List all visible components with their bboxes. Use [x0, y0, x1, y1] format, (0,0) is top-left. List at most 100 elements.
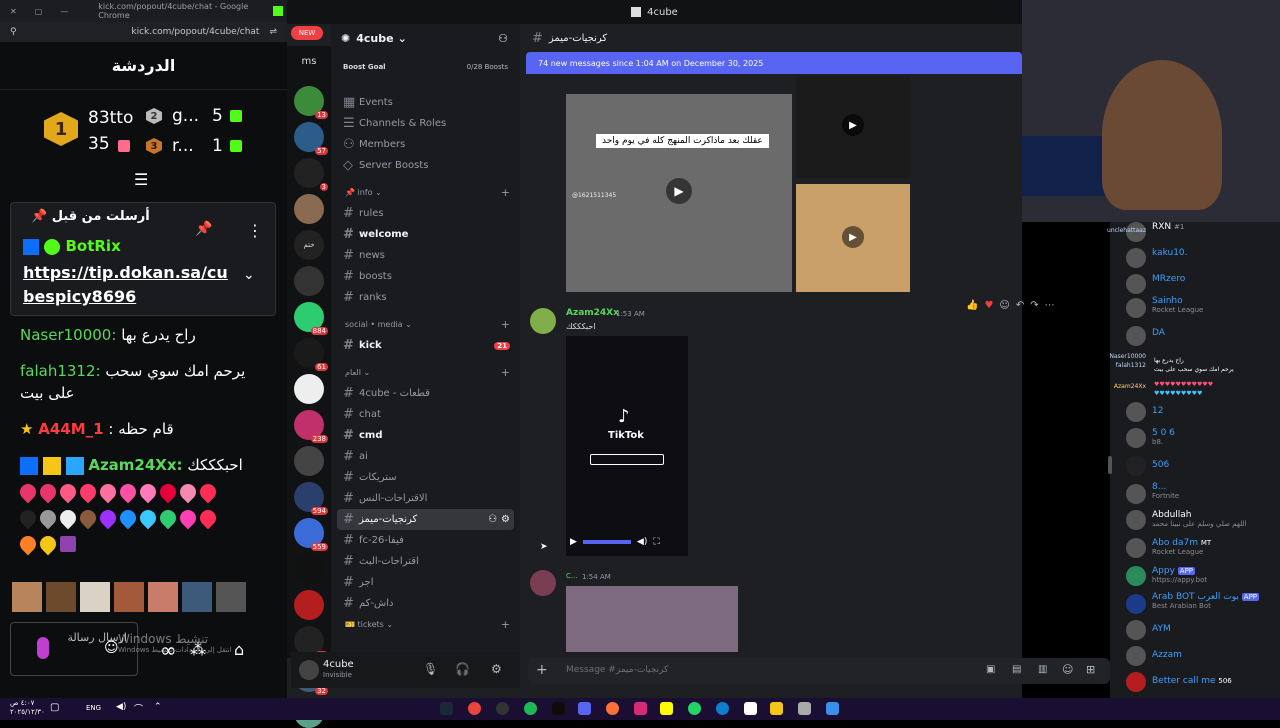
app-icon[interactable]: [798, 702, 811, 715]
menu-server-boosts[interactable]: ◇ Server Boosts: [331, 155, 520, 176]
apps-icon[interactable]: ⊞: [1086, 663, 1095, 676]
emote-strip[interactable]: [12, 582, 274, 612]
category-social[interactable]: social • media ⌄ +: [331, 314, 520, 335]
avatar[interactable]: [1126, 594, 1146, 614]
more-options-icon[interactable]: ⋮: [247, 221, 263, 240]
member-name[interactable]: Azzam: [1152, 650, 1182, 660]
thumbs-up-icon[interactable]: 👍: [966, 300, 978, 318]
server-icon[interactable]: [294, 554, 324, 584]
pinned-message[interactable]: 📌 أرسلت من قبل 📌 ⋮ BotRix https://tip.do…: [10, 202, 276, 316]
member-name[interactable]: kaku10.: [1152, 248, 1188, 258]
new-badge[interactable]: NEW: [291, 26, 323, 40]
tray-chevron-icon[interactable]: ⌃: [154, 702, 162, 712]
add-attachment-icon[interactable]: +: [536, 662, 548, 678]
avatar[interactable]: [1126, 672, 1146, 692]
server-icon[interactable]: [294, 590, 324, 620]
minimize-icon[interactable]: —: [60, 7, 68, 16]
more-options-icon[interactable]: ⋯: [1045, 300, 1055, 318]
channel-active[interactable]: # كرنجيات-ميمز ⚇ ⚙: [337, 509, 514, 530]
volume-icon[interactable]: ◀): [637, 537, 647, 547]
add-channel-icon[interactable]: +: [501, 186, 510, 199]
avatar[interactable]: [530, 308, 556, 334]
volume-icon[interactable]: ◀): [116, 702, 126, 712]
member-name[interactable]: MRzero: [1152, 274, 1185, 284]
message-author[interactable]: C...: [566, 572, 578, 580]
member-name[interactable]: DA: [1152, 328, 1165, 338]
video-attachment[interactable]: ▶: [796, 184, 910, 292]
emote-thumbnail[interactable]: [12, 582, 42, 612]
channel-item[interactable]: # fc-26-فيفا: [331, 530, 520, 551]
chevron-down-icon[interactable]: ⌄: [243, 267, 255, 283]
file-explorer-icon[interactable]: [770, 702, 783, 715]
member-name[interactable]: Appy APP https://appy.bot: [1152, 566, 1207, 584]
server-icon[interactable]: [294, 374, 324, 404]
discord-icon[interactable]: [578, 702, 591, 715]
server-icon[interactable]: 594: [294, 482, 328, 515]
avatar[interactable]: [1126, 646, 1146, 666]
menu-members[interactable]: ⚇ Members: [331, 134, 520, 155]
chrome-icon[interactable]: [468, 702, 481, 715]
avatar[interactable]: [1126, 484, 1146, 504]
member-name[interactable]: RXN #1: [1152, 222, 1184, 232]
firefox-icon[interactable]: [606, 702, 619, 715]
emote-thumbnail[interactable]: [114, 582, 144, 612]
avatar[interactable]: [1126, 566, 1146, 586]
channel-item[interactable]: # ستريكات: [331, 467, 520, 488]
member-name[interactable]: 8... Fortnite: [1152, 482, 1179, 500]
avatar[interactable]: [1126, 538, 1146, 558]
fullscreen-icon[interactable]: ⛶: [653, 537, 659, 547]
avatar[interactable]: [1126, 456, 1146, 476]
reply-icon[interactable]: ↶: [1016, 300, 1024, 318]
store-icon[interactable]: ⌂: [234, 640, 244, 659]
site-info-icon[interactable]: ⚲: [10, 27, 17, 37]
channel-welcome[interactable]: # welcome: [331, 224, 520, 245]
video-attachment[interactable]: ▶: [796, 76, 910, 178]
message-actions[interactable]: 👍 ♥ ☺ ↶ ↷ ⋯: [966, 300, 1092, 318]
avatar[interactable]: [530, 570, 556, 596]
add-member-icon[interactable]: ⚇: [498, 32, 508, 45]
avatar[interactable]: [1126, 402, 1146, 422]
server-icon[interactable]: 57: [294, 122, 328, 155]
message-composer[interactable]: + Message #كرنجيات-ميمز ▣ ▤ ▥ ☺ ⊞: [528, 658, 1110, 684]
mic-icon[interactable]: [37, 637, 49, 659]
message-author[interactable]: Azam24Xx: [566, 308, 619, 318]
server-header[interactable]: ✺ 4cube ⌄ ⚇: [331, 24, 520, 52]
chat-username[interactable]: Azam24Xx:: [88, 456, 182, 474]
headphones-icon[interactable]: 🎧: [455, 662, 470, 676]
channel-item[interactable]: # داش-كم: [331, 593, 520, 614]
emote-thumbnail[interactable]: [182, 582, 212, 612]
member-name[interactable]: Abdullah اللهم صلي وسلم على نبينا محمد: [1152, 510, 1246, 528]
emoji-picker-icon[interactable]: ☺: [1062, 663, 1073, 676]
member-name[interactable]: Arab BOT بوت العرب APP Best Arabian Bot: [1152, 592, 1260, 610]
direct-messages-button[interactable]: ms: [294, 56, 324, 76]
whatsapp-icon[interactable]: [688, 702, 701, 715]
steam-icon[interactable]: [440, 702, 453, 715]
play-icon[interactable]: ▶: [842, 114, 864, 136]
channel-ranks[interactable]: # ranks: [331, 287, 520, 308]
terminal-icon[interactable]: [552, 702, 565, 715]
add-channel-icon[interactable]: +: [501, 318, 510, 331]
address-bar[interactable]: ⚲ kick.com/popout/4cube/chat ⇌: [0, 22, 287, 42]
play-icon[interactable]: ▶: [570, 537, 577, 547]
channel-item[interactable]: # الاقتراحات-النس: [331, 488, 520, 509]
boost-goal[interactable]: Boost Goal 0/28 Boosts: [331, 52, 520, 82]
video-attachment[interactable]: [566, 586, 738, 652]
mic-icon[interactable]: 🎙: [423, 662, 438, 676]
server-icon[interactable]: 13: [294, 86, 328, 119]
channel-item[interactable]: # اقتراحات-البث: [331, 551, 520, 572]
close-icon[interactable]: ✕: [10, 7, 17, 16]
play-icon[interactable]: ▶: [666, 178, 692, 204]
avatar[interactable]: [299, 660, 319, 680]
member-name[interactable]: Sainho Rocket League: [1152, 296, 1203, 314]
gear-icon[interactable]: ⚙: [491, 662, 502, 676]
member-name[interactable]: 5 0 6 b8.: [1152, 428, 1175, 446]
pinned-link[interactable]: https://tip.dokan.sa/cubespicy8696: [23, 261, 229, 309]
add-reaction-icon[interactable]: ☺: [999, 300, 1009, 318]
emoji-picker-icon[interactable]: ☺: [104, 640, 119, 656]
sticker-icon[interactable]: ▥: [1038, 664, 1047, 675]
channel-ai[interactable]: # ai: [331, 446, 520, 467]
progress-bar[interactable]: [582, 540, 631, 544]
gif-icon[interactable]: ▤: [1012, 664, 1021, 675]
clock[interactable]: ٤:٠٧ ص ٢٠٢٥/١٢/٣٠: [10, 699, 45, 717]
instagram-icon[interactable]: [634, 702, 647, 715]
